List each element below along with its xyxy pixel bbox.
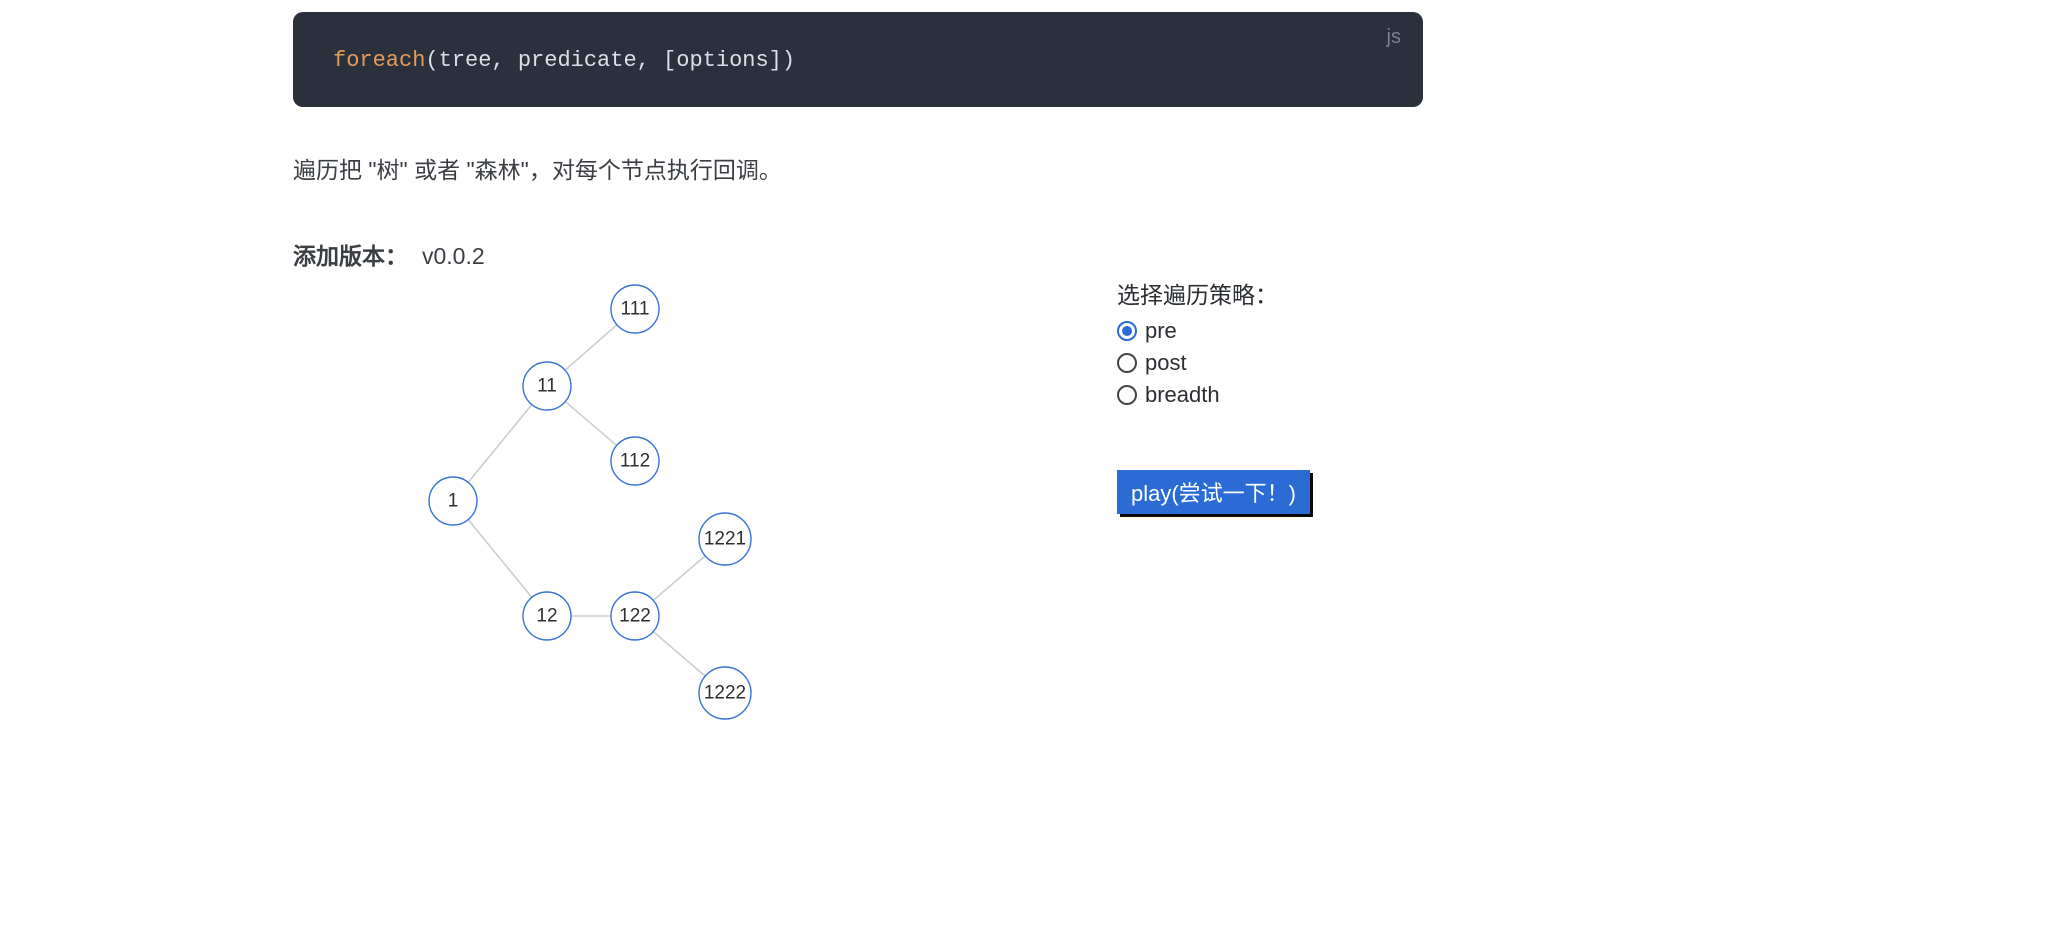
tree-node-label: 1222 xyxy=(704,683,746,704)
tree-node-label: 1 xyxy=(448,491,459,512)
tree-edge xyxy=(565,325,617,370)
tree-node: 1221 xyxy=(699,513,751,565)
tree-node-label: 122 xyxy=(619,606,651,627)
tree-edge xyxy=(565,402,616,446)
code-args: (tree, predicate, [options]) xyxy=(425,48,795,73)
tree-node-label: 111 xyxy=(621,299,650,320)
tree-node-label: 112 xyxy=(620,451,650,472)
radio-label: pre xyxy=(1145,318,1177,344)
version-label: 添加版本： xyxy=(293,243,408,269)
tree-edge xyxy=(653,632,705,676)
tree-node: 11 xyxy=(523,362,571,410)
tree-node-label: 1221 xyxy=(704,529,746,550)
tree-diagram: 1111111121212212211222 xyxy=(353,281,853,741)
strategy-radio-pre[interactable]: pre xyxy=(1117,318,1310,344)
tree-node: 112 xyxy=(611,437,659,485)
tree-edge xyxy=(653,556,705,600)
description-text: 遍历把 "树" 或者 "森林"，对每个节点执行回调。 xyxy=(293,151,1934,185)
code-block: js foreach(tree, predicate, [options]) xyxy=(293,12,1423,107)
radio-label: breadth xyxy=(1145,382,1220,408)
radio-icon xyxy=(1117,353,1137,373)
radio-label: post xyxy=(1145,350,1187,376)
version-value: v0.0.2 xyxy=(422,243,485,269)
tree-node-label: 11 xyxy=(537,376,557,397)
strategy-radio-breadth[interactable]: breadth xyxy=(1117,382,1310,408)
play-button-label: play(尝试一下！) xyxy=(1131,481,1296,506)
tree-node: 1 xyxy=(429,477,477,525)
code-function-name: foreach xyxy=(333,48,425,73)
radio-icon xyxy=(1117,321,1137,341)
radio-icon xyxy=(1117,385,1137,405)
tree-node: 122 xyxy=(611,592,659,640)
code-language-badge: js xyxy=(1387,26,1401,49)
version-line: 添加版本： v0.0.2 xyxy=(293,237,1934,271)
strategy-radio-post[interactable]: post xyxy=(1117,350,1310,376)
tree-node: 111 xyxy=(611,285,659,333)
tree-edge xyxy=(468,520,532,598)
tree-node: 1222 xyxy=(699,667,751,719)
controls-panel: 选择遍历策略： pre post breadth play(尝试一下！) xyxy=(1117,276,1310,514)
controls-title: 选择遍历策略： xyxy=(1117,276,1310,310)
tree-edge xyxy=(468,405,532,483)
tree-node: 12 xyxy=(523,592,571,640)
tree-node-label: 12 xyxy=(536,606,557,627)
play-button[interactable]: play(尝试一下！) xyxy=(1117,470,1310,514)
